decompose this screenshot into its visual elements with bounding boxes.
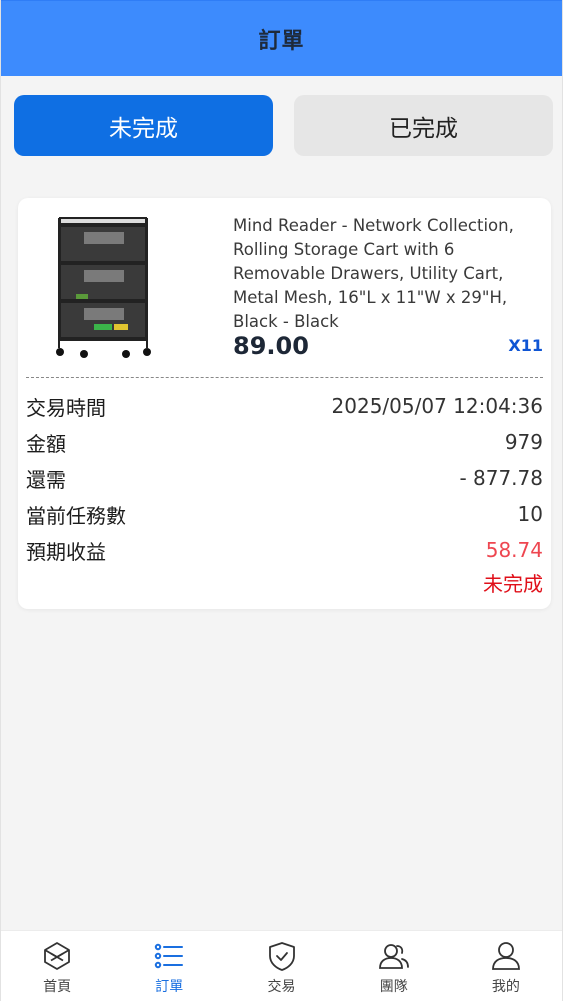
product-name: Mind Reader - Network Collection, Rollin… <box>233 216 514 331</box>
nav-orders[interactable]: 訂單 <box>113 931 225 1001</box>
detail-value: 979 <box>504 430 543 454</box>
product-price: 89.00 <box>233 332 309 360</box>
detail-value: 2025/05/07 12:04:36 <box>331 394 543 418</box>
nav-home[interactable]: 首頁 <box>1 931 113 1001</box>
product-image <box>56 217 151 358</box>
dashed-divider <box>26 377 543 378</box>
shield-check-icon <box>268 942 295 971</box>
nav-profile[interactable]: 我的 <box>450 931 562 1001</box>
nav-label: 交易 <box>267 979 296 995</box>
nav-label: 首頁 <box>43 979 72 995</box>
nav-label: 我的 <box>491 979 520 995</box>
user-icon <box>492 942 520 970</box>
order-status-tabs: 未完成 已完成 <box>14 95 553 156</box>
order-status: 未完成 <box>483 572 543 596</box>
bottom-nav: 首頁 訂單 交易 團隊 我的 <box>1 930 562 1001</box>
detail-row-amount: 金額 979 <box>26 424 543 460</box>
order-card[interactable]: Mind Reader - Network Collection, Rollin… <box>18 198 551 609</box>
detail-label: 預期收益 <box>26 539 106 564</box>
detail-label: 交易時間 <box>26 395 106 420</box>
detail-label: 金額 <box>26 431 66 456</box>
tab-incomplete[interactable]: 未完成 <box>14 95 273 156</box>
detail-row-trade-time: 交易時間 2025/05/07 12:04:36 <box>26 388 543 424</box>
detail-row-remaining: 還需 - 877.78 <box>26 460 543 496</box>
top-bar: 訂單 <box>1 0 562 76</box>
detail-row-expected-income: 預期收益 58.74 <box>26 532 543 568</box>
detail-value: - 877.78 <box>459 466 543 490</box>
home-cube-icon <box>44 942 70 970</box>
nav-trade[interactable]: 交易 <box>225 931 337 1001</box>
page-title: 訂單 <box>258 28 305 54</box>
detail-value: 10 <box>517 502 543 526</box>
detail-label: 當前任務數 <box>26 503 126 528</box>
quantity-badge: X11 <box>508 336 543 355</box>
detail-row-task-count: 當前任務數 10 <box>26 496 543 532</box>
detail-value: 58.74 <box>485 538 543 562</box>
nav-label: 訂單 <box>155 979 184 995</box>
nav-team[interactable]: 團隊 <box>338 931 450 1001</box>
list-icon <box>155 943 184 969</box>
team-icon <box>378 944 409 969</box>
order-details: 交易時間 2025/05/07 12:04:36 金額 979 還需 - 877… <box>26 388 543 568</box>
detail-label: 還需 <box>26 467 66 492</box>
tab-completed[interactable]: 已完成 <box>294 95 553 156</box>
nav-label: 團隊 <box>379 979 408 995</box>
